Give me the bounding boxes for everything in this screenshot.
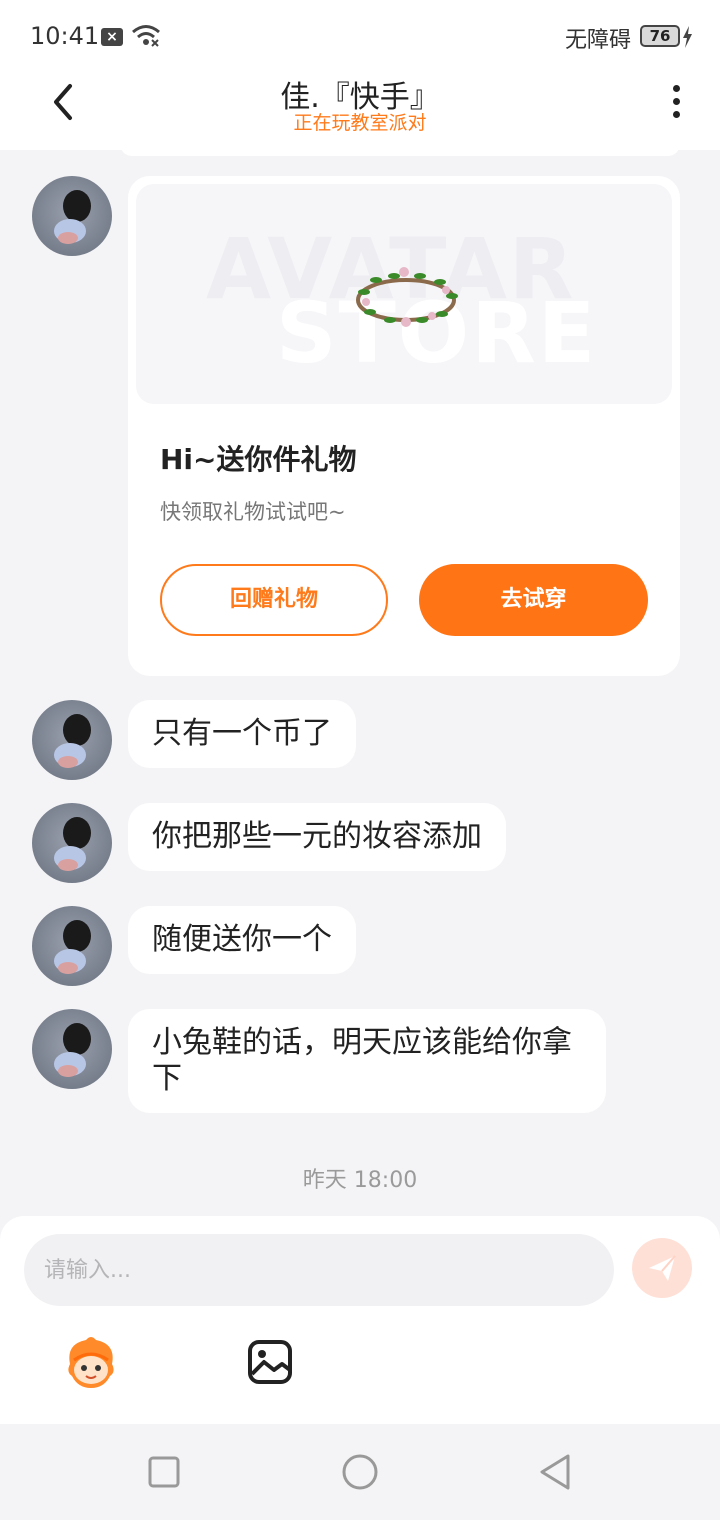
accessibility-label: 无障碍 xyxy=(565,28,632,53)
gift-card[interactable]: AVATAR STORE Hi~送你件礼物 快领取礼物试试吧~ 回赠礼物 去试穿 xyxy=(128,176,680,676)
gift-banner: AVATAR STORE xyxy=(136,184,672,404)
emoji-mascot-icon[interactable] xyxy=(60,1334,122,1392)
gift-title: Hi~送你件礼物 xyxy=(160,443,357,476)
composer-panel xyxy=(0,1216,720,1424)
charging-icon xyxy=(683,26,692,48)
message-bubble[interactable]: 只有一个币了 xyxy=(128,700,356,768)
status-subtitle: 正在玩教室派对 xyxy=(293,112,427,134)
avatar[interactable] xyxy=(32,176,112,256)
return-gift-button[interactable]: 回赠礼物 xyxy=(160,564,388,636)
send-icon xyxy=(649,1255,676,1281)
avatar[interactable] xyxy=(32,1009,112,1089)
battery-indicator: 76 xyxy=(640,25,680,47)
previous-message-edge xyxy=(120,144,680,156)
nav-triangle-icon[interactable] xyxy=(536,1452,576,1492)
send-button[interactable] xyxy=(632,1238,692,1298)
message-input[interactable] xyxy=(24,1234,614,1306)
chat-header: 佳.『快手』 正在玩教室派对 xyxy=(0,72,720,150)
status-bar: 10:41 × 无障碍 76 xyxy=(0,0,720,72)
try-on-button[interactable]: 去试穿 xyxy=(419,564,648,636)
chat-screen: 10:41 × 无障碍 76 佳.『快手』 正在玩教室派对 AVATAR STO xyxy=(0,0,720,1520)
avatar[interactable] xyxy=(32,700,112,780)
avatar[interactable] xyxy=(32,803,112,883)
avatar[interactable] xyxy=(32,906,112,986)
nav-circle-icon[interactable] xyxy=(340,1452,380,1492)
image-icon[interactable] xyxy=(246,1338,294,1386)
message-bubble[interactable]: 你把那些一元的妆容添加 xyxy=(128,803,506,871)
message-timestamp: 昨天 18:00 xyxy=(302,1168,418,1193)
gift-description: 快领取礼物试试吧~ xyxy=(160,500,346,524)
status-time: 10:41 xyxy=(30,22,100,50)
notification-x-icon: × xyxy=(101,28,123,46)
system-nav-bar xyxy=(0,1424,720,1520)
wifi-icon xyxy=(132,25,160,47)
nav-square-icon[interactable] xyxy=(144,1452,184,1492)
wreath-icon xyxy=(356,267,458,327)
message-bubble[interactable]: 小兔鞋的话，明天应该能给你拿下 xyxy=(128,1009,606,1113)
message-bubble[interactable]: 随便送你一个 xyxy=(128,906,356,974)
more-vertical-icon[interactable] xyxy=(664,82,688,122)
